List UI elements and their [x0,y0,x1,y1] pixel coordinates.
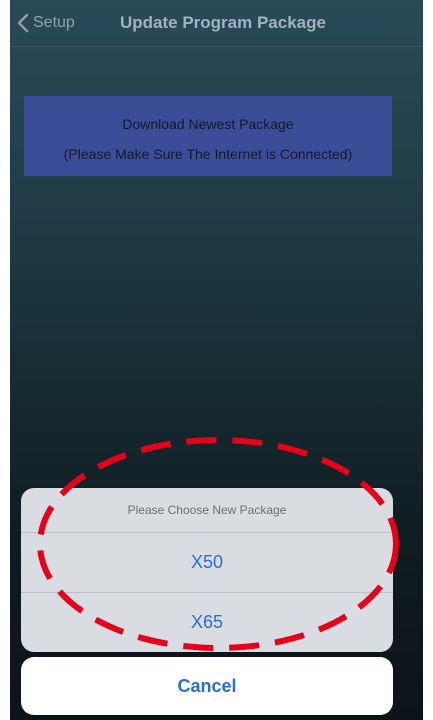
action-sheet-title: Please Choose New Package [21,488,393,533]
package-option-x65[interactable]: X65 [21,593,393,652]
action-sheet: Please Choose New Package X50 X65 [21,488,393,652]
download-newest-package-button[interactable]: Download Newest Package (Please Make Sur… [24,96,392,176]
download-button-note: (Please Make Sure The Internet is Connec… [63,146,353,162]
back-button[interactable]: Setup [14,12,75,34]
navigation-bar: Setup Update Program Package [10,0,423,47]
page-title: Update Program Package [120,13,326,32]
app-screen: Setup Update Program Package Download Ne… [10,0,423,720]
download-button-label: Download Newest Package [122,116,294,132]
chevron-left-icon [17,13,29,33]
package-option-x50[interactable]: X50 [21,533,393,593]
cancel-button[interactable]: Cancel [21,657,393,715]
back-label: Setup [33,14,75,31]
